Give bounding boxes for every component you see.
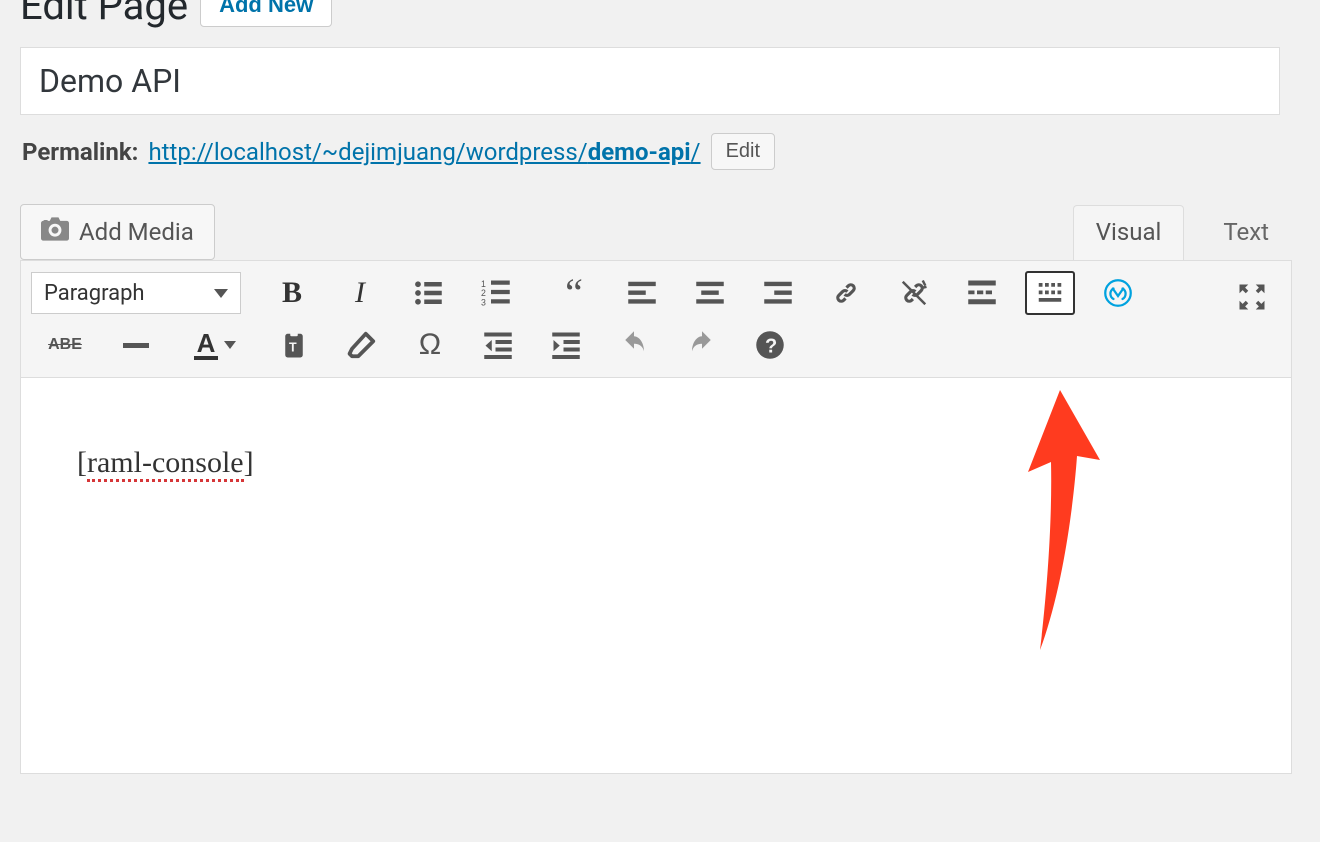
permalink-row: Permalink: http://localhost/~dejimjuang/…: [22, 133, 1300, 170]
add-media-label: Add Media: [79, 218, 194, 246]
bulleted-list-button[interactable]: [403, 271, 453, 315]
paste-text-button[interactable]: T: [269, 323, 319, 367]
blockquote-icon: “: [565, 285, 583, 301]
help-icon: ?: [755, 330, 785, 360]
editor-container: Paragraph B I 123 “: [20, 260, 1292, 774]
svg-text:3: 3: [481, 298, 486, 308]
align-right-icon: [763, 278, 793, 308]
align-right-button[interactable]: [753, 271, 803, 315]
insert-link-button[interactable]: [821, 271, 871, 315]
clear-formatting-button[interactable]: [337, 323, 387, 367]
add-media-button[interactable]: Add Media: [20, 204, 215, 260]
align-left-button[interactable]: [617, 271, 667, 315]
fullscreen-button[interactable]: [1227, 275, 1277, 319]
numbered-list-icon: 123: [481, 278, 511, 308]
insert-more-button[interactable]: [957, 271, 1007, 315]
redo-button[interactable]: [677, 323, 727, 367]
italic-button[interactable]: I: [335, 271, 385, 315]
page-title: Edit Page: [20, 0, 188, 29]
unlink-icon: [899, 278, 929, 308]
outdent-button[interactable]: [473, 323, 523, 367]
fullscreen-icon: [1237, 282, 1267, 312]
post-title-input[interactable]: [20, 47, 1280, 115]
unlink-button[interactable]: [889, 271, 939, 315]
align-left-icon: [627, 278, 657, 308]
clipboard-icon: T: [279, 330, 309, 360]
indent-icon: [551, 330, 581, 360]
permalink-trailing: /: [691, 138, 701, 166]
editor-content-area[interactable]: [raml-console]: [21, 378, 1291, 773]
bold-button[interactable]: B: [267, 271, 317, 315]
special-character-button[interactable]: Ω: [405, 323, 455, 367]
permalink-base: http://localhost/~dejimjuang/wordpress/: [148, 138, 587, 166]
link-icon: [831, 278, 861, 308]
svg-text:?: ?: [765, 336, 777, 358]
svg-text:T: T: [289, 340, 297, 354]
mulesoft-icon: [1103, 278, 1133, 308]
help-button[interactable]: ?: [745, 323, 795, 367]
strikethrough-button[interactable]: ABE: [37, 323, 93, 367]
chevron-down-icon: [214, 289, 228, 298]
shortcode-text: [raml-console]: [77, 446, 254, 482]
undo-icon: [619, 330, 649, 360]
horizontal-rule-icon: [123, 343, 149, 348]
toolbar-toggle-button[interactable]: [1025, 271, 1075, 315]
tab-text[interactable]: Text: [1200, 205, 1292, 260]
add-new-button[interactable]: Add New: [200, 0, 332, 27]
align-center-icon: [695, 278, 725, 308]
blockquote-button[interactable]: “: [549, 271, 599, 315]
mulesoft-api-button[interactable]: [1093, 271, 1143, 315]
permalink-link[interactable]: http://localhost/~dejimjuang/wordpress/d…: [148, 138, 700, 166]
permalink-slug: demo-api: [588, 138, 691, 166]
omega-icon: Ω: [419, 328, 441, 362]
undo-button[interactable]: [609, 323, 659, 367]
strikethrough-icon: ABE: [48, 336, 82, 354]
numbered-list-button[interactable]: 123: [471, 271, 521, 315]
align-center-button[interactable]: [685, 271, 735, 315]
format-select-label: Paragraph: [44, 281, 145, 306]
eraser-icon: [347, 330, 377, 360]
text-color-button[interactable]: A: [179, 323, 251, 367]
bold-icon: B: [282, 276, 302, 310]
horizontal-rule-button[interactable]: [111, 323, 161, 367]
edit-permalink-button[interactable]: Edit: [711, 133, 775, 170]
tab-visual[interactable]: Visual: [1073, 205, 1185, 260]
keyboard-icon: [1035, 278, 1065, 308]
italic-icon: I: [355, 276, 365, 310]
outdent-icon: [483, 330, 513, 360]
text-color-icon: A: [194, 330, 219, 360]
permalink-label: Permalink:: [22, 138, 138, 166]
redo-icon: [687, 330, 717, 360]
camera-icon: [41, 217, 69, 247]
read-more-icon: [967, 278, 997, 308]
toolbar: Paragraph B I 123 “: [21, 261, 1291, 378]
chevron-down-icon: [224, 341, 236, 349]
bulleted-list-icon: [413, 278, 443, 308]
indent-button[interactable]: [541, 323, 591, 367]
format-select[interactable]: Paragraph: [31, 272, 241, 314]
